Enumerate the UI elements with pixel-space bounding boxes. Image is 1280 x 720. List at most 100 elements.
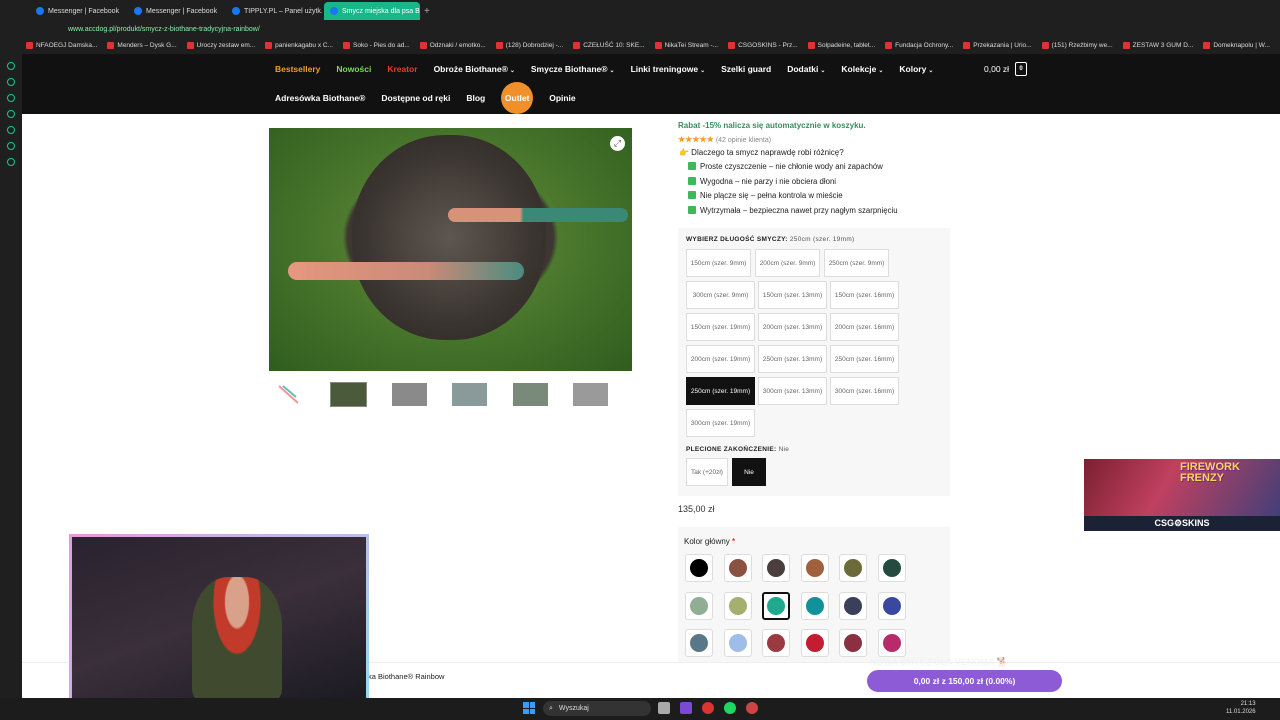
browser-tab[interactable]: TIPPLY.PL – Panel użytk... (226, 2, 322, 20)
gallery-thumbnail[interactable] (330, 382, 367, 407)
nav-item-szelki-guard[interactable]: Szelki guard (721, 64, 771, 74)
windows-start-icon[interactable] (523, 702, 535, 714)
bookmark-item[interactable]: ZESTAW 3 GUM D... (1122, 41, 1193, 49)
nav-item-kolekcje[interactable]: Kolekcje ⌄ (841, 64, 883, 74)
address-bar[interactable]: www.accdog.pl/produkt/smycz-z-biothane-t… (0, 22, 1280, 36)
gallery-thumbnail[interactable] (573, 383, 608, 406)
color-swatch[interactable] (685, 591, 713, 620)
sidebar-app-icon[interactable] (7, 78, 15, 86)
bookmark-item[interactable]: panienkagabu x C... (265, 41, 333, 49)
color-swatch[interactable] (800, 591, 829, 620)
color-swatch[interactable] (877, 629, 906, 657)
bookmark-item[interactable]: Fundacja Ochrony... (885, 41, 953, 49)
url-text[interactable]: www.accdog.pl/produkt/smycz-z-biothane-t… (68, 26, 260, 33)
browser-tab[interactable]: Messenger | Facebook (128, 2, 224, 20)
bookmark-item[interactable]: Odznaki / emotko... (419, 41, 486, 49)
color-swatch[interactable] (762, 554, 790, 582)
bookmark-item[interactable]: CSGOSKINS - Prz... (728, 41, 798, 49)
browser-tab[interactable]: Smycz miejska dla psa Bi... (324, 2, 420, 20)
nav-item-smycze-biothane-[interactable]: Smycze Biothane® ⌄ (531, 64, 615, 74)
length-option[interactable]: 200cm (szer. 16mm) (830, 313, 899, 341)
length-option[interactable]: 250cm (szer. 16mm) (830, 345, 899, 373)
color-swatch-dot (844, 559, 862, 577)
length-option[interactable]: 150cm (szer. 19mm) (686, 313, 755, 341)
nav-item-kolory[interactable]: Kolory ⌄ (899, 64, 933, 74)
braid-option[interactable]: Tak (+20zł) (686, 458, 728, 486)
length-option[interactable]: 250cm (szer. 13mm) (758, 345, 827, 373)
color-swatch[interactable] (800, 554, 829, 582)
length-option[interactable]: 300cm (szer. 19mm) (686, 409, 755, 437)
color-swatch[interactable] (723, 554, 752, 582)
bookmark-item[interactable]: NFAOEGJ Damska... (26, 41, 97, 49)
bookmark-item[interactable]: (151) Rzeźbimy we... (1041, 41, 1113, 49)
nav-item-kreator[interactable]: Kreator (387, 64, 417, 74)
nav-item-opinie[interactable]: Opinie (549, 93, 575, 103)
length-option[interactable]: 250cm (szer. 19mm) (686, 377, 755, 405)
nav-item-obro-e-biothane-[interactable]: Obroże Biothane® ⌄ (434, 64, 515, 74)
sidebar-app-icon[interactable] (7, 158, 15, 166)
braid-option[interactable]: Nie (732, 458, 766, 486)
browser-tab[interactable]: Messenger | Facebook (30, 2, 126, 20)
gallery-thumbnail[interactable] (392, 383, 427, 406)
color-swatch[interactable] (877, 554, 906, 582)
bookmark-item[interactable]: Przekazania | Urio... (963, 41, 1032, 49)
task-view-icon[interactable] (658, 702, 670, 714)
nav-item-bestsellery[interactable]: Bestsellery (275, 64, 320, 74)
free-shipping-progress-button[interactable]: 0,00 zł z 150,00 zł (0.00%) (867, 670, 1062, 692)
length-option[interactable]: 300cm (szer. 13mm) (758, 377, 827, 405)
color-swatch[interactable] (839, 629, 867, 657)
bookmark-item[interactable]: Menders – Dysk G... (107, 41, 177, 49)
bookmark-item[interactable]: Soko - Pies do ad... (343, 41, 410, 49)
bookmark-item[interactable]: Uroczy zestaw em... (186, 41, 255, 49)
rating[interactable]: ★★★★★ (42 opinie klienta) (678, 135, 771, 144)
color-swatch[interactable] (723, 591, 752, 620)
nav-item-dost-pne-od-r-ki[interactable]: Dostępne od ręki (381, 93, 450, 103)
nav-item-nowo-ci[interactable]: Nowości (336, 64, 371, 74)
sidebar-app-icon[interactable] (7, 142, 15, 150)
new-tab-icon[interactable]: + (424, 6, 430, 17)
length-option[interactable]: 150cm (szer. 13mm) (758, 281, 827, 309)
color-swatch[interactable] (762, 629, 790, 657)
color-swatch[interactable] (685, 554, 713, 582)
gallery-thumbnail[interactable] (271, 383, 306, 406)
color-swatch[interactable] (685, 629, 713, 657)
color-swatch[interactable] (762, 591, 790, 620)
cart-link[interactable]: 0,00 zł 0 (984, 62, 1028, 76)
nav-item-dodatki[interactable]: Dodatki ⌄ (787, 64, 825, 74)
sidebar-app-icon[interactable] (7, 94, 15, 102)
length-option[interactable]: 200cm (szer. 13mm) (758, 313, 827, 341)
bookmark-item[interactable]: Solpadeine, tablet... (807, 41, 875, 49)
color-swatch[interactable] (839, 591, 867, 620)
color-swatch[interactable] (723, 629, 752, 657)
sidebar-app-icon[interactable] (7, 126, 15, 134)
length-option[interactable]: 250cm (szer. 9mm) (824, 249, 889, 277)
discord-icon[interactable] (680, 702, 692, 714)
length-option[interactable]: 300cm (szer. 16mm) (830, 377, 899, 405)
nav-item-adres-wka-biothane-[interactable]: Adresówka Biothane® (275, 93, 365, 103)
gallery-thumbnail[interactable] (513, 383, 548, 406)
opera-icon[interactable] (702, 702, 714, 714)
length-option[interactable]: 200cm (szer. 9mm) (755, 249, 820, 277)
length-option[interactable]: 150cm (szer. 16mm) (830, 281, 899, 309)
color-swatch[interactable] (800, 629, 829, 657)
bookmark-item[interactable]: (128) Dobrodziej -... (495, 41, 563, 49)
nav-item-linki-treningowe[interactable]: Linki treningowe ⌄ (631, 64, 706, 74)
length-option[interactable]: 150cm (szer. 9mm) (686, 249, 751, 277)
sidebar-app-icon[interactable] (7, 62, 15, 70)
nav-item-outlet[interactable]: Outlet (501, 82, 534, 114)
color-swatch[interactable] (839, 554, 867, 582)
taskbar-clock[interactable]: 21:13 11.01.2026 (1226, 700, 1256, 716)
gallery-thumbnail[interactable] (452, 383, 487, 406)
bookmark-item[interactable]: NikaTei Stream -... (654, 41, 718, 49)
length-option[interactable]: 300cm (szer. 9mm) (686, 281, 755, 309)
sidebar-app-icon[interactable] (7, 110, 15, 118)
taskbar-search[interactable]: ⌕ Wyszukaj (543, 701, 651, 716)
color-swatch[interactable] (877, 591, 906, 620)
bookmark-item[interactable]: Domeknapolu | W... (1203, 41, 1270, 49)
zoom-icon[interactable]: ⤢ (610, 136, 625, 151)
length-option[interactable]: 200cm (szer. 19mm) (686, 345, 755, 373)
nav-item-blog[interactable]: Blog (466, 93, 485, 103)
bookmark-item[interactable]: CZEŁUŚĆ 10: SKE... (573, 41, 645, 49)
spotify-icon[interactable] (724, 702, 736, 714)
obs-icon[interactable] (746, 702, 758, 714)
